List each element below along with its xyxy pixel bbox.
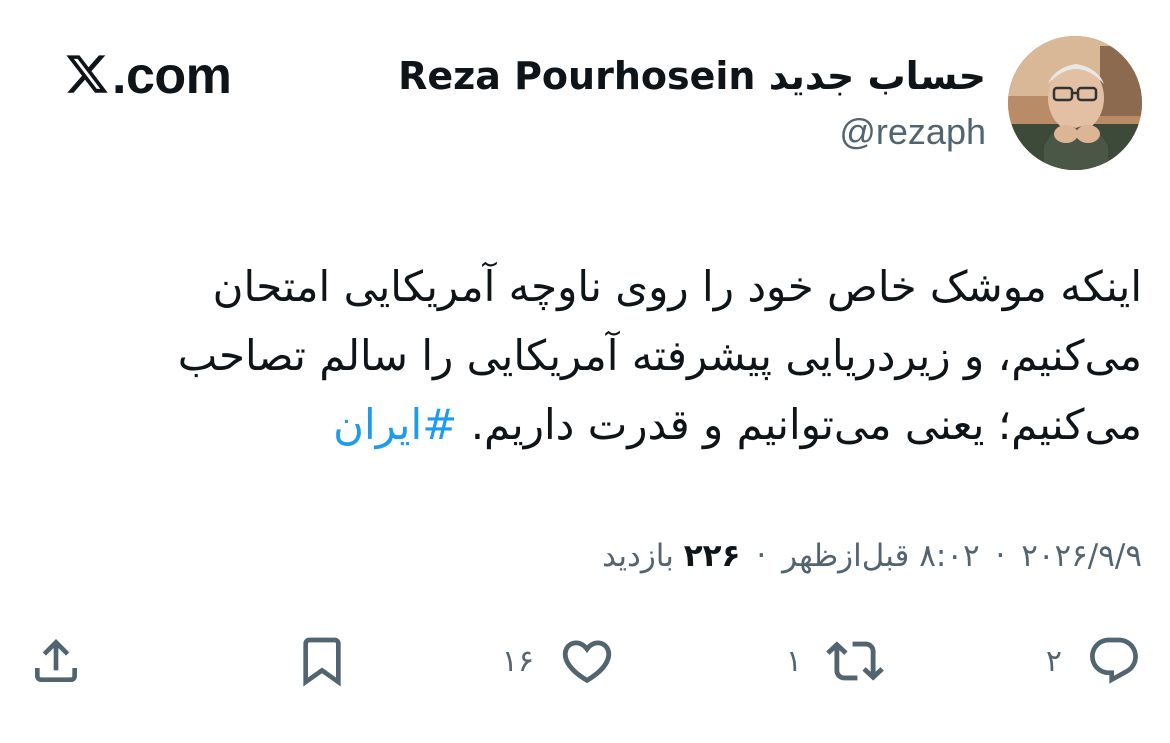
- views-label: بازدید: [602, 538, 674, 574]
- meta-separator: ·: [995, 538, 1006, 574]
- tweet-header: .com Reza Pourhosein حساب جدید @rezaph: [60, 36, 1142, 176]
- display-name-en: Reza Pourhosein: [398, 54, 756, 98]
- user-handle[interactable]: @rezaph: [398, 110, 986, 154]
- reply-button[interactable]: ۲: [1046, 626, 1142, 696]
- brand-domain: .com: [112, 47, 232, 105]
- meta-separator: ·: [756, 538, 767, 574]
- bookmark-button[interactable]: [294, 626, 350, 696]
- share-icon: [28, 632, 84, 690]
- tweet-body: اینکه موشک خاص خود را روی ناوچه آمریکایی…: [177, 262, 1142, 449]
- retweet-count: ۱: [785, 643, 802, 679]
- like-button[interactable]: ۱۶: [502, 626, 616, 696]
- tweet-text: اینکه موشک خاص خود را روی ناوچه آمریکایی…: [70, 252, 1142, 459]
- like-count: ۱۶: [501, 643, 534, 679]
- avatar[interactable]: [1008, 36, 1142, 170]
- reply-count: ۲: [1045, 643, 1062, 679]
- display-name-fa: حساب جدید: [768, 54, 986, 98]
- reply-icon: [1086, 633, 1142, 689]
- retweet-button[interactable]: ۱: [786, 626, 884, 696]
- views-count[interactable]: ۲۲۶: [684, 538, 741, 574]
- tweet-time[interactable]: ۸:۰۲ قبل‌ازظهر: [782, 538, 980, 574]
- retweet-icon: [826, 632, 884, 690]
- share-button[interactable]: [28, 626, 84, 696]
- tweet-meta: ۲۰۲۶/۹/۹ · ۸:۰۲ قبل‌ازظهر · ۲۲۶ بازدید: [300, 532, 1142, 580]
- action-bar: ۲ ۱ ۱۶: [28, 626, 1142, 696]
- hashtag-link[interactable]: #ایران: [333, 400, 457, 449]
- x-logo[interactable]: .com: [64, 46, 232, 110]
- x-icon: [64, 50, 110, 110]
- author-names[interactable]: Reza Pourhosein حساب جدید @rezaph: [398, 50, 986, 154]
- bookmark-icon: [294, 632, 350, 690]
- heart-icon: [558, 632, 616, 690]
- display-name[interactable]: Reza Pourhosein حساب جدید: [398, 50, 986, 102]
- tweet-date[interactable]: ۲۰۲۶/۹/۹: [1021, 538, 1142, 574]
